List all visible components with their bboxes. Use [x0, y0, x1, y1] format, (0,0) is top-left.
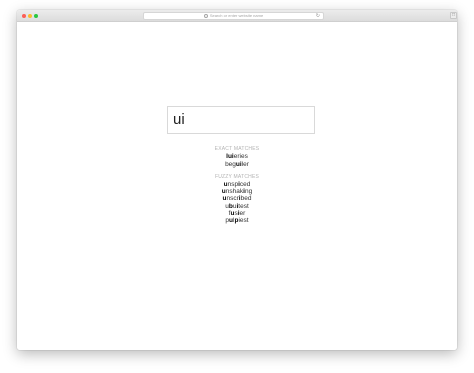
title-bar: Search or enter website name ↻ □ — [17, 10, 457, 22]
tabs-overview-button[interactable]: □ — [450, 12, 457, 19]
fuzzy-match-item[interactable]: fusier — [17, 210, 457, 217]
browser-window: Search or enter website name ↻ □ ui EXAC… — [17, 10, 457, 350]
fuzzy-match-item[interactable]: unscribed — [17, 195, 457, 202]
exact-matches-title: EXACT MATCHES — [214, 146, 260, 152]
search-icon — [203, 13, 208, 18]
minimize-window-button[interactable] — [28, 14, 32, 18]
fuzzy-match-item[interactable]: unspiced — [17, 181, 457, 188]
fuzzy-matches-title: FUZZY MATCHES — [214, 174, 260, 180]
fuzzy-match-item[interactable]: ubuitest — [17, 203, 457, 210]
address-placeholder: Search or enter website name — [209, 13, 264, 18]
address-bar[interactable]: Search or enter website name ↻ — [143, 12, 324, 20]
close-window-button[interactable] — [22, 14, 26, 18]
fuzzy-match-item[interactable]: pulpiest — [17, 217, 457, 224]
page-content: ui EXACT MATCHES luieries beguiler FUZZY … — [17, 23, 457, 350]
reload-icon[interactable]: ↻ — [316, 13, 320, 19]
exact-match-item[interactable]: beguiler — [17, 161, 457, 168]
exact-match-item[interactable]: luieries — [17, 153, 457, 160]
maximize-window-button[interactable] — [34, 14, 38, 18]
search-input[interactable]: ui — [167, 106, 315, 134]
fuzzy-match-item[interactable]: unshaking — [17, 188, 457, 195]
